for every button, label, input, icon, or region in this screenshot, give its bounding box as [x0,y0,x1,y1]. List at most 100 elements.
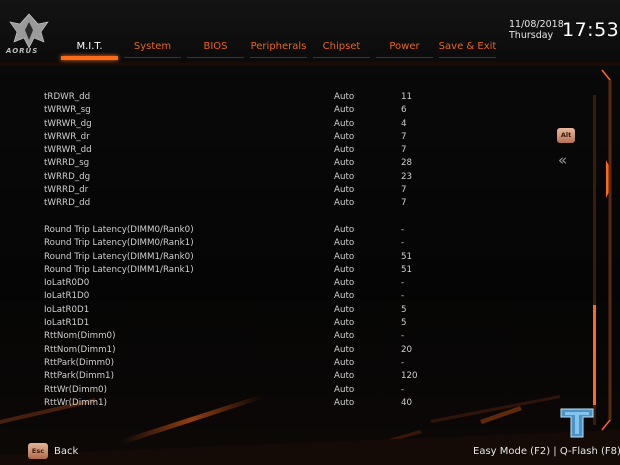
setting-value: - [401,357,405,368]
setting-mode: Auto [334,105,355,116]
weekday-value: Thursday [509,30,554,41]
setting-row[interactable]: Round Trip Latency(DIMM1/Rank0) Auto 51 [44,251,524,264]
setting-name: RttWr(Dimm1) [44,397,107,408]
setting-mode: Auto [334,92,355,102]
footer-shortcuts: Easy Mode (F2) | Q-Flash (F8) [473,446,620,457]
setting-row[interactable]: tWRWR_sg Auto 6 [44,104,524,117]
setting-row[interactable]: IoLatR1D1 Auto 5 [44,317,524,330]
setting-row[interactable]: tWRRD_dr Auto 7 [44,184,524,197]
setting-row[interactable]: Round Trip Latency(DIMM0/Rank0) Auto - [44,224,524,237]
setting-mode: Auto [334,224,355,235]
setting-row[interactable]: tWRWR_dr Auto 7 [44,131,524,144]
setting-value: 7 [401,198,407,209]
tab-power[interactable]: Power [373,40,436,60]
setting-row[interactable]: tRDWR_dd Auto 11 [44,91,524,104]
main-tabs: M.I.T. System BIOS Peripherals Chipset P… [58,40,499,60]
back-button[interactable]: Back [54,446,78,457]
tab-mit[interactable]: M.I.T. [58,40,121,60]
brand-logo-text: AORUS [6,47,39,55]
setting-row[interactable]: RttWr(Dimm1) Auto 40 [44,397,524,410]
setting-row[interactable]: RttNom(Dimm1) Auto 20 [44,344,524,357]
setting-row[interactable]: IoLatR1D0 Auto - [44,290,524,303]
setting-mode: Auto [334,158,355,169]
setting-name: RttNom(Dimm0) [44,331,116,342]
setting-mode: Auto [334,185,355,196]
setting-value: 7 [401,131,407,142]
setting-mode: Auto [334,397,355,408]
setting-value: 28 [401,158,413,169]
setting-row[interactable]: Round Trip Latency(DIMM0/Rank1) Auto - [44,237,524,250]
setting-name: IoLatR0D1 [44,304,90,315]
setting-value: 11 [401,92,413,102]
setting-mode: Auto [334,131,355,142]
setting-row[interactable]: tWRRD_dg Auto 23 [44,171,524,184]
bios-screen: AORUS M.I.T. System BIOS Peripherals Chi… [0,0,620,465]
setting-mode: Auto [334,251,355,262]
setting-row[interactable]: tWRRD_dd Auto 7 [44,197,524,210]
setting-row[interactable]: tWRWR_dd Auto 7 [44,144,524,157]
tab-chipset[interactable]: Chipset [310,40,373,60]
setting-value: 51 [401,264,413,275]
setting-name: Round Trip Latency(DIMM1/Rank1) [44,264,194,275]
setting-value: 23 [401,171,413,182]
setting-name: tWRWR_dg [44,118,92,129]
setting-value: - [401,331,405,342]
time-display: 17:53 [562,19,620,41]
easy-mode-link[interactable]: Easy Mode (F2) [473,446,550,457]
setting-row[interactable]: IoLatR0D1 Auto 5 [44,304,524,317]
header-bar: AORUS M.I.T. System BIOS Peripherals Chi… [0,0,620,62]
setting-value: 4 [401,118,407,129]
setting-row[interactable]: IoLatR0D0 Auto - [44,277,524,290]
setting-mode: Auto [334,238,355,249]
aorus-eagle-icon [9,13,49,49]
setting-row[interactable]: tWRRD_sg Auto 28 [44,157,524,170]
setting-value: 6 [401,105,407,116]
setting-row[interactable]: RttPark(Dimm0) Auto - [44,357,524,370]
qflash-link[interactable]: Q-Flash (F8) [560,446,620,457]
setting-value: - [401,224,405,235]
setting-name: RttPark(Dimm1) [44,371,114,382]
setting-value: - [401,278,405,289]
setting-mode: Auto [334,318,355,329]
tab-bios[interactable]: BIOS [184,40,247,60]
esc-key-button[interactable]: Esc [28,443,48,459]
row-spacer [44,211,524,224]
setting-name: tWRRD_sg [44,158,90,169]
setting-name: RttPark(Dimm0) [44,357,114,368]
setting-mode: Auto [334,145,355,156]
setting-name: Round Trip Latency(DIMM1/Rank0) [44,251,194,262]
setting-row[interactable]: tWRWR_dg Auto 4 [44,118,524,131]
setting-value: 7 [401,185,407,196]
tab-save-exit[interactable]: Save & Exit [436,40,499,60]
setting-mode: Auto [334,371,355,382]
setting-row[interactable]: RttWr(Dimm0) Auto - [44,384,524,397]
setting-value: - [401,384,405,395]
tab-system[interactable]: System [121,40,184,60]
setting-row[interactable]: RttNom(Dimm0) Auto - [44,330,524,343]
setting-name: IoLatR1D1 [44,318,90,329]
setting-value: 5 [401,318,407,329]
setting-mode: Auto [334,304,355,315]
side-frame-decoration [601,69,612,431]
setting-name: RttNom(Dimm1) [44,344,116,355]
setting-row[interactable]: Round Trip Latency(DIMM1/Rank1) Auto 51 [44,264,524,277]
setting-value: 7 [401,145,407,156]
alt-key-button[interactable]: Alt [557,128,575,143]
setting-value: 120 [401,371,418,382]
scrollbar-thumb[interactable] [593,305,596,405]
setting-row[interactable]: RttPark(Dimm1) Auto 120 [44,370,524,383]
setting-value: - [401,238,405,249]
setting-mode: Auto [334,171,355,182]
date-value: 11/08/2018 [509,19,564,30]
setting-name: tWRRD_dg [44,171,91,182]
setting-name: tWRWR_dd [44,145,92,156]
setting-name: IoLatR1D0 [44,291,90,302]
setting-value: 20 [401,344,413,355]
setting-mode: Auto [334,344,355,355]
setting-name: Round Trip Latency(DIMM0/Rank1) [44,238,194,249]
setting-mode: Auto [334,291,355,302]
tab-peripherals[interactable]: Peripherals [247,40,310,60]
setting-mode: Auto [334,384,355,395]
setting-name: tRDWR_dd [44,92,91,102]
double-chevron-left-icon[interactable]: « [558,153,567,168]
